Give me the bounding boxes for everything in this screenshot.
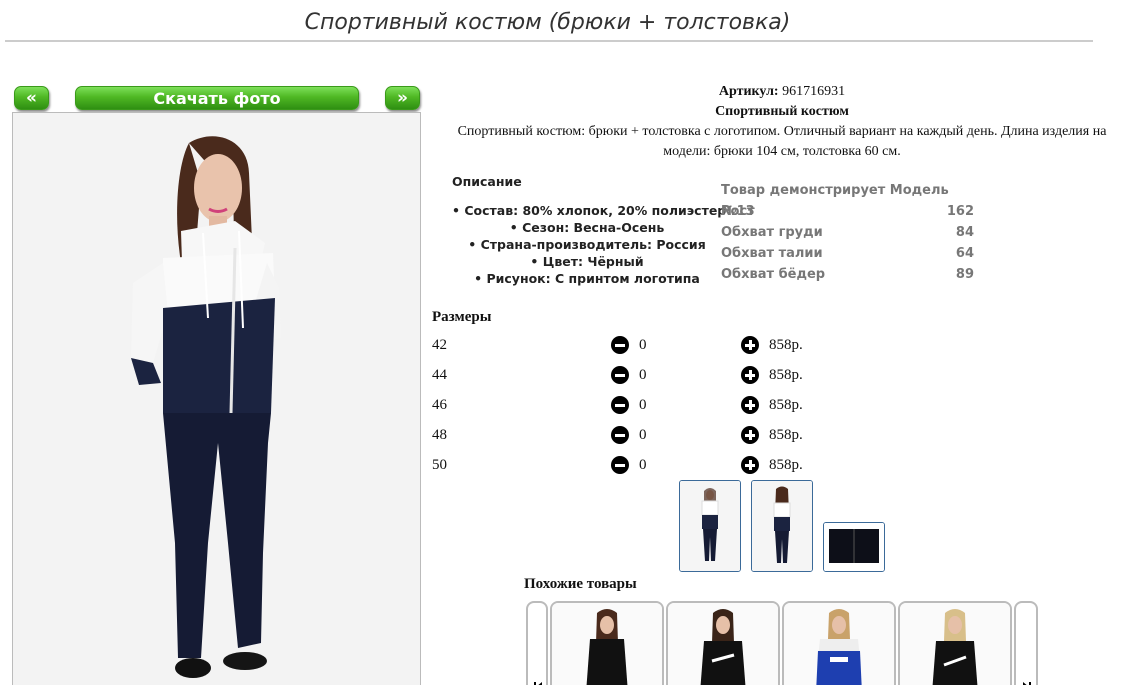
minus-circle-icon[interactable] [611, 426, 629, 444]
size-label: 44 [432, 367, 447, 383]
model-row: Обхват груди 84 [721, 222, 974, 243]
size-quantity: 0 [639, 457, 647, 473]
size-quantity: 0 [639, 397, 647, 413]
title-divider [5, 40, 1093, 42]
details-item: Страна-производитель: Россия [452, 236, 722, 253]
similar-product-card[interactable] [898, 601, 1012, 685]
model-row-label: Рост [721, 204, 755, 219]
model-heading: Товар демонстрирует Модель №13 [721, 180, 974, 219]
size-price: 858р. [769, 337, 803, 353]
similar-product-card[interactable] [550, 601, 664, 685]
size-label: 50 [432, 457, 447, 473]
model-row-value: 89 [955, 267, 974, 282]
product-info: Артикул: 961716931 Спортивный костюм Спо… [440, 82, 1124, 162]
size-row: 42 0 858р. [432, 334, 852, 364]
details-block: Описание Состав: 80% хлопок, 20% полиэст… [452, 174, 726, 287]
model-row-value: 84 [955, 225, 974, 240]
model-row-value: 64 [955, 246, 974, 261]
size-quantity: 0 [639, 427, 647, 443]
size-label: 42 [432, 337, 447, 353]
product-description: Спортивный костюм: брюки + толстовка с л… [457, 124, 1107, 159]
model-photo-illustration [13, 113, 420, 685]
size-price: 858р. [769, 457, 803, 473]
photo-thumbnail[interactable] [751, 480, 813, 572]
plus-circle-icon[interactable] [741, 456, 759, 474]
article-label: Артикул: [718, 84, 779, 99]
article-line: Артикул: 961716931 [440, 82, 1124, 102]
similar-next-button[interactable] [1014, 601, 1038, 685]
size-row: 46 0 858р. [432, 394, 852, 424]
similar-prev-button[interactable] [526, 601, 548, 685]
size-row: 48 0 858р. [432, 424, 852, 454]
model-row-label: Обхват бёдер [721, 267, 826, 282]
size-price: 858р. [769, 367, 803, 383]
article-value: 961716931 [782, 84, 846, 99]
model-row-label: Обхват талии [721, 246, 823, 261]
size-label: 46 [432, 397, 447, 413]
details-item: Цвет: Чёрный [452, 253, 722, 270]
details-item: Рисунок: С принтом логотипа [452, 270, 722, 287]
model-measurements: Товар демонстрирует Модель №13 Рост 162 … [721, 180, 974, 285]
size-label: 48 [432, 427, 447, 443]
minus-circle-icon[interactable] [611, 456, 629, 474]
size-row: 44 0 858р. [432, 364, 852, 394]
minus-circle-icon[interactable] [611, 396, 629, 414]
similar-product-card[interactable] [666, 601, 780, 685]
minus-circle-icon[interactable] [611, 366, 629, 384]
photo-thumbnail[interactable] [823, 522, 885, 572]
next-photo-button[interactable]: » [385, 86, 420, 110]
photo-thumbnail[interactable] [679, 480, 741, 572]
plus-circle-icon[interactable] [741, 336, 759, 354]
size-price: 858р. [769, 397, 803, 413]
prev-photo-button[interactable]: « [14, 86, 49, 110]
details-item: Сезон: Весна-Осень [452, 219, 722, 236]
model-heading-text: Товар демонстрирует Модель №13 [721, 183, 949, 219]
size-price: 858р. [769, 427, 803, 443]
plus-circle-icon[interactable] [741, 366, 759, 384]
size-quantity: 0 [639, 337, 647, 353]
main-product-photo[interactable] [12, 112, 421, 685]
model-row-label: Обхват груди [721, 225, 823, 240]
plus-circle-icon[interactable] [741, 426, 759, 444]
similar-product-card[interactable] [782, 601, 896, 685]
details-list: Состав: 80% хлопок, 20% полиэстер Сезон:… [452, 202, 726, 287]
similar-products-title: Похожие товары [524, 576, 637, 592]
plus-circle-icon[interactable] [741, 396, 759, 414]
product-name: Спортивный костюм [715, 104, 849, 119]
model-row-value: 162 [946, 204, 974, 219]
minus-circle-icon[interactable] [611, 336, 629, 354]
download-photo-button[interactable]: Скачать фото [75, 86, 359, 110]
model-row: Обхват бёдер 89 [721, 264, 974, 285]
page-title: Спортивный костюм (брюки + толстовка) [304, 10, 791, 35]
sizes-title: Размеры [432, 309, 492, 325]
size-quantity: 0 [639, 367, 647, 383]
model-row: Обхват талии 64 [721, 243, 974, 264]
details-item: Состав: 80% хлопок, 20% полиэстер [452, 202, 726, 219]
model-row: Рост 162 [721, 201, 974, 222]
details-title: Описание [452, 174, 522, 189]
